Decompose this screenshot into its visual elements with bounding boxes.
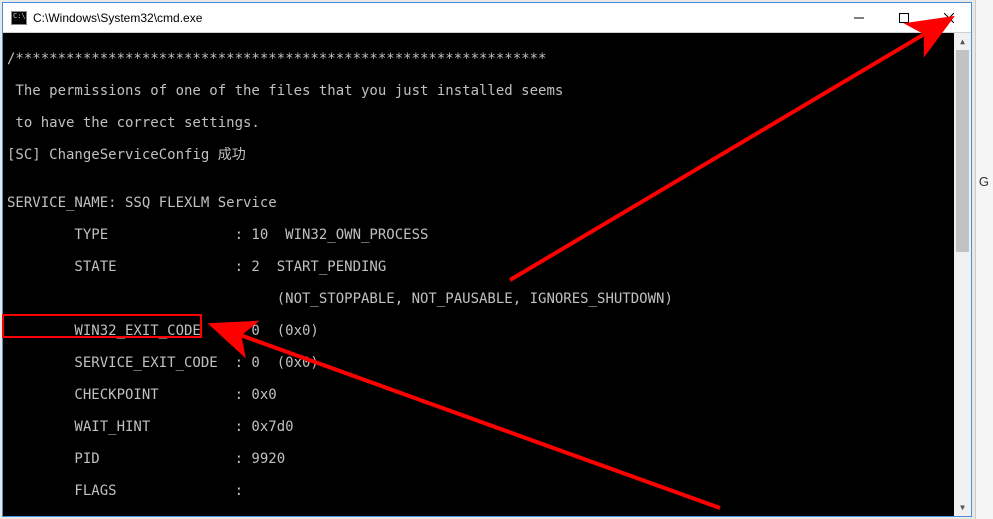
scroll-down-button[interactable]: ▼ — [954, 499, 971, 516]
cmd-window: C:\Windows\System32\cmd.exe /***********… — [2, 2, 972, 517]
output-line: The permissions of one of the files that… — [7, 83, 967, 99]
output-line: FLAGS : — [7, 483, 967, 499]
scroll-up-button[interactable]: ▲ — [954, 33, 971, 50]
output-line: PID : 9920 — [7, 451, 967, 467]
close-button[interactable] — [926, 3, 971, 32]
output-line: SERVICE_NAME: SSQ FLEXLM Service — [7, 195, 967, 211]
output-line: TYPE : 10 WIN32_OWN_PROCESS — [7, 227, 967, 243]
cmd-icon — [11, 11, 27, 25]
terminal-output[interactable]: /***************************************… — [3, 33, 971, 516]
maximize-button[interactable] — [881, 3, 926, 32]
window-title: C:\Windows\System32\cmd.exe — [33, 11, 836, 25]
background-panel: G — [975, 0, 993, 519]
scroll-thumb[interactable] — [956, 50, 969, 252]
minimize-button[interactable] — [836, 3, 881, 32]
side-label: G — [979, 174, 989, 189]
output-line: SERVICE_EXIT_CODE : 0 (0x0) — [7, 355, 967, 371]
output-line: tr: warning: an unescaped backslash at e… — [7, 515, 967, 516]
scroll-track[interactable] — [954, 50, 971, 499]
output-line: STATE : 2 START_PENDING — [7, 259, 967, 275]
vertical-scrollbar[interactable]: ▲ ▼ — [954, 33, 971, 516]
output-line: /***************************************… — [7, 51, 967, 67]
output-line: WIN32_EXIT_CODE : 0 (0x0) — [7, 323, 967, 339]
output-line: (NOT_STOPPABLE, NOT_PAUSABLE, IGNORES_SH… — [7, 291, 967, 307]
output-line: to have the correct settings. — [7, 115, 967, 131]
titlebar[interactable]: C:\Windows\System32\cmd.exe — [3, 3, 971, 33]
output-line: [SC] ChangeServiceConfig 成功 — [7, 147, 967, 163]
output-line: CHECKPOINT : 0x0 — [7, 387, 967, 403]
output-line: WAIT_HINT : 0x7d0 — [7, 419, 967, 435]
